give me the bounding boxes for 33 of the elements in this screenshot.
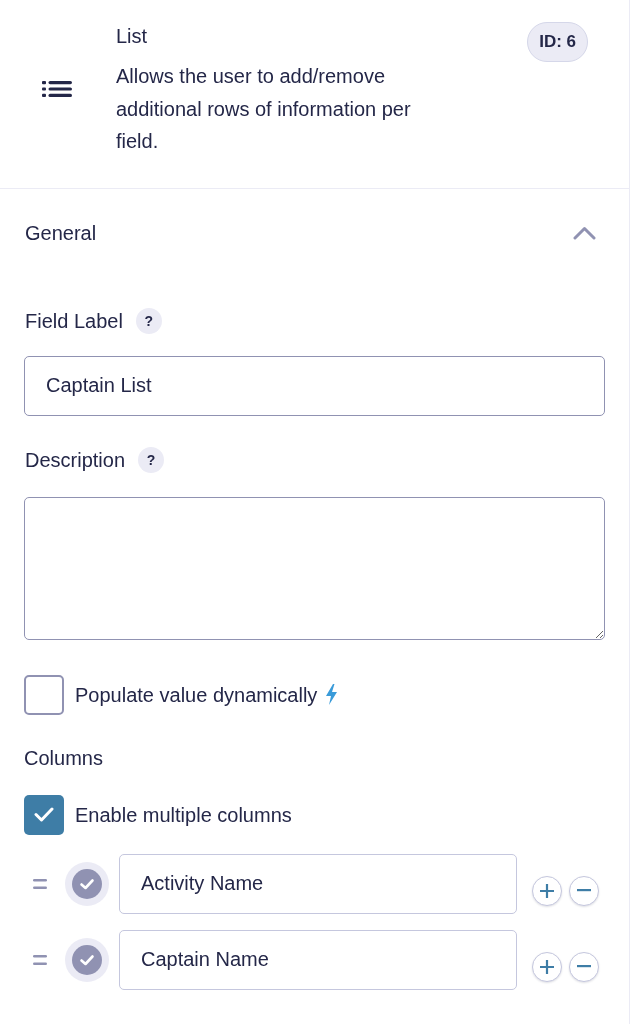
chevron-up-icon[interactable] [573, 225, 596, 240]
checkbox[interactable] [24, 794, 64, 835]
section-title: General [24, 220, 97, 245]
section-label: Columns [24, 745, 103, 771]
checkbox-label: Enable multiple columns [75, 802, 292, 828]
text-input-field[interactable]: Captain List [24, 355, 605, 416]
list-icon [42, 80, 72, 97]
minus-icon [577, 889, 591, 892]
remove-column-button[interactable] [569, 951, 599, 982]
column-name-field[interactable]: Activity Name [119, 853, 517, 914]
plus-icon [540, 883, 554, 898]
plus-icon [540, 959, 554, 974]
lightning-bolt-icon [325, 684, 339, 705]
column-name-field[interactable]: Captain Name [119, 929, 517, 990]
drag-handle-icon[interactable] [33, 878, 47, 889]
field-type-description: Allows the user to add/remove additional rows of information per field. [116, 64, 412, 154]
help-badge[interactable]: ? [135, 307, 162, 334]
checkbox-label: Populate value dynamically [75, 682, 318, 708]
field-id-badge: ID: 6 [527, 22, 588, 62]
checkbox[interactable] [24, 674, 64, 715]
add-column-button[interactable] [532, 875, 562, 906]
textarea-field[interactable] [24, 496, 605, 640]
help-badge[interactable]: ? [138, 446, 165, 473]
check-circle-icon[interactable] [65, 937, 109, 982]
checkmark-icon [34, 807, 54, 822]
field-label: Field Label [24, 308, 123, 334]
field-label: Description [24, 447, 126, 473]
remove-column-button[interactable] [569, 875, 599, 906]
drag-handle-icon[interactable] [33, 954, 47, 965]
field-type-title: List [116, 24, 148, 49]
check-circle-icon[interactable] [65, 861, 109, 906]
minus-icon [577, 965, 591, 968]
add-column-button[interactable] [532, 951, 562, 982]
